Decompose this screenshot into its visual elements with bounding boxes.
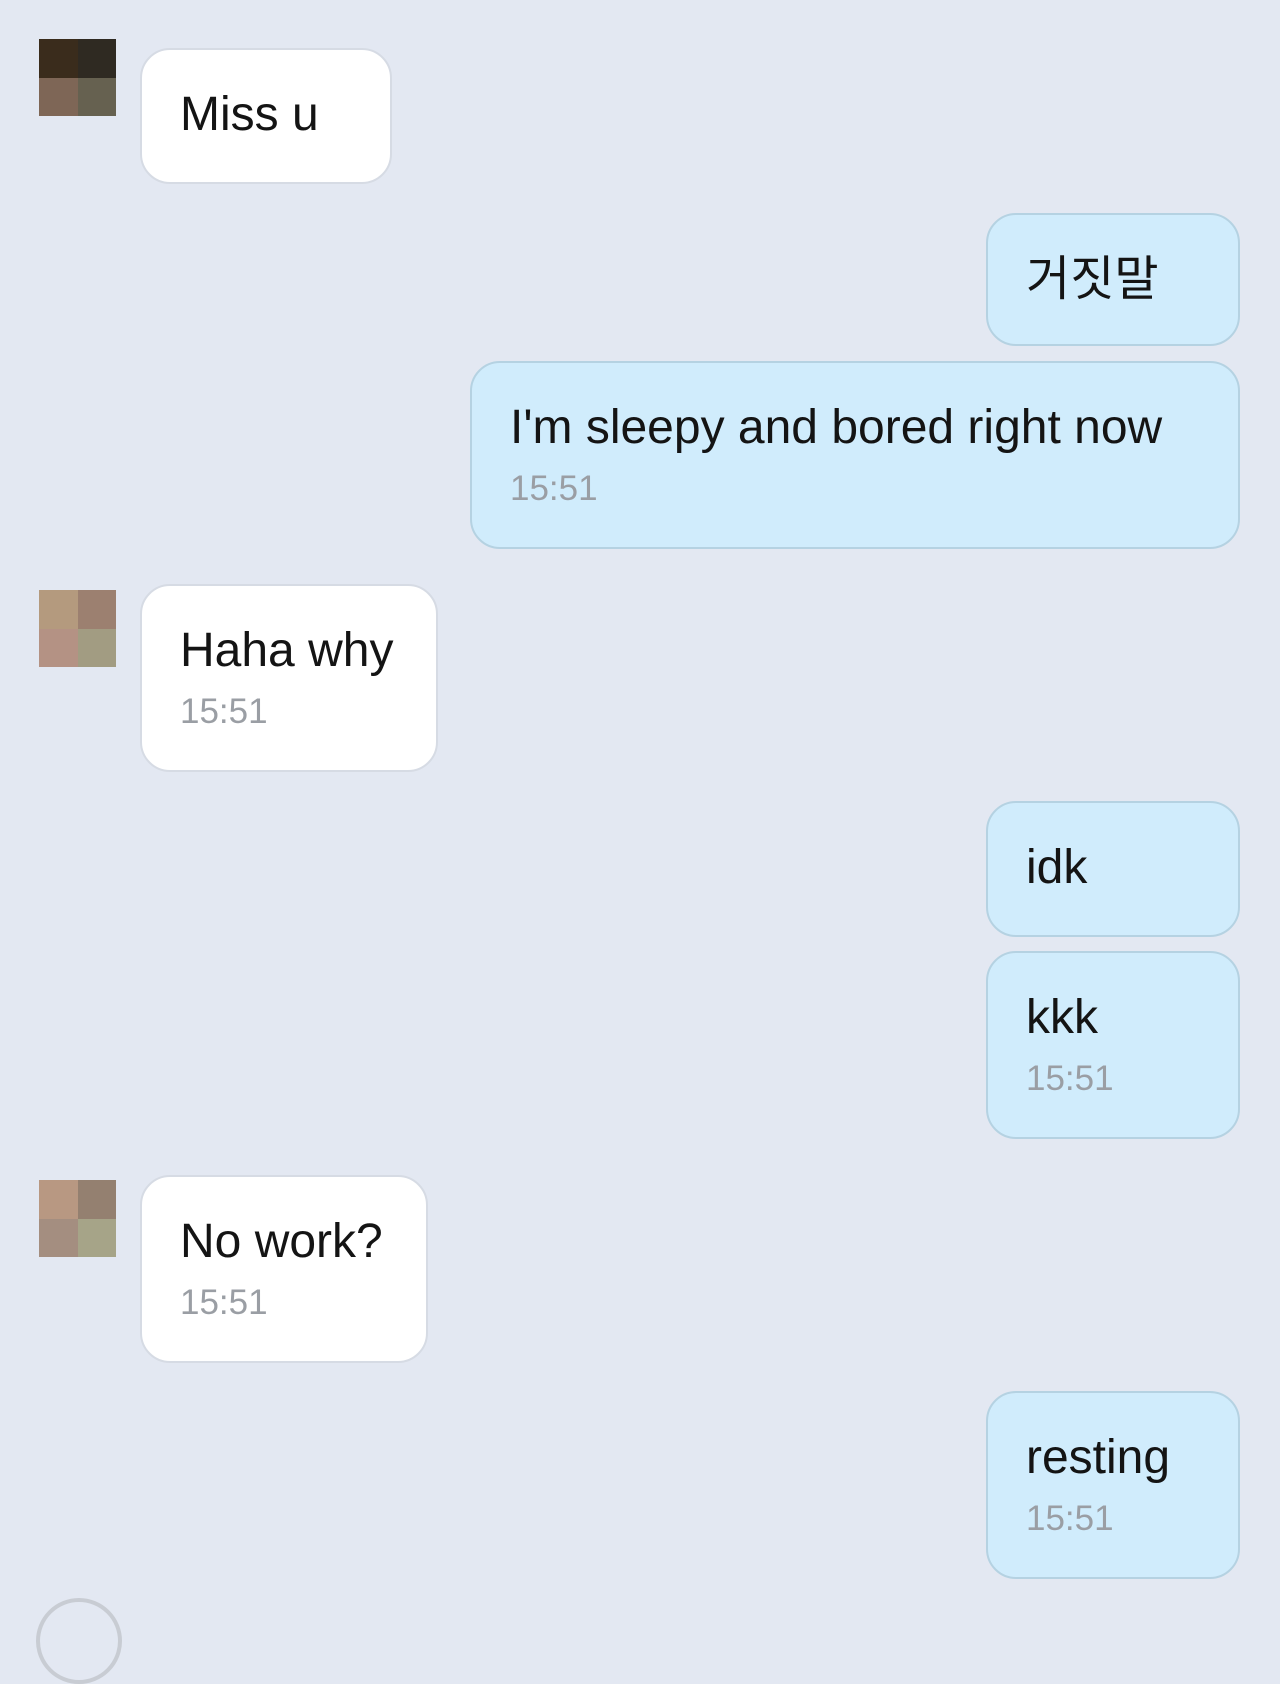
message-timestamp: 15:51 [180,1283,268,1322]
message-timestamp: 15:51 [180,692,268,731]
message-timestamp: 15:51 [1026,1059,1114,1098]
outgoing-message-bubble[interactable]: resting 15:51 [986,1391,1240,1579]
incoming-message-bubble[interactable]: Haha why 15:51 [140,584,438,772]
outgoing-message-bubble[interactable]: idk [986,801,1240,937]
message-timestamp: 15:51 [1026,1499,1114,1538]
contact-avatar-icon[interactable] [39,590,116,667]
contact-avatar-icon[interactable] [39,1180,116,1257]
message-text: idk [1026,841,1088,894]
message-text: Miss u [180,88,319,141]
message-text: resting [1026,1431,1171,1484]
message-timestamp: 15:51 [510,469,598,508]
partial-circle-icon[interactable] [36,1598,122,1684]
message-text: I'm sleepy and bored right now [510,401,1163,454]
chat-thread[interactable]: Miss u 거짓말 I'm sleepy and bored right no… [0,0,1280,1684]
outgoing-message-bubble[interactable]: I'm sleepy and bored right now 15:51 [470,361,1240,549]
message-text: Haha why [180,624,394,677]
incoming-message-bubble[interactable]: No work? 15:51 [140,1175,428,1363]
outgoing-message-bubble[interactable]: kkk 15:51 [986,951,1240,1139]
contact-avatar-icon[interactable] [39,39,116,116]
message-text: 거짓말 [1026,253,1159,306]
outgoing-message-bubble[interactable]: 거짓말 [986,213,1240,346]
message-text: kkk [1026,991,1098,1044]
message-text: No work? [180,1215,383,1268]
incoming-message-bubble[interactable]: Miss u [140,48,392,184]
